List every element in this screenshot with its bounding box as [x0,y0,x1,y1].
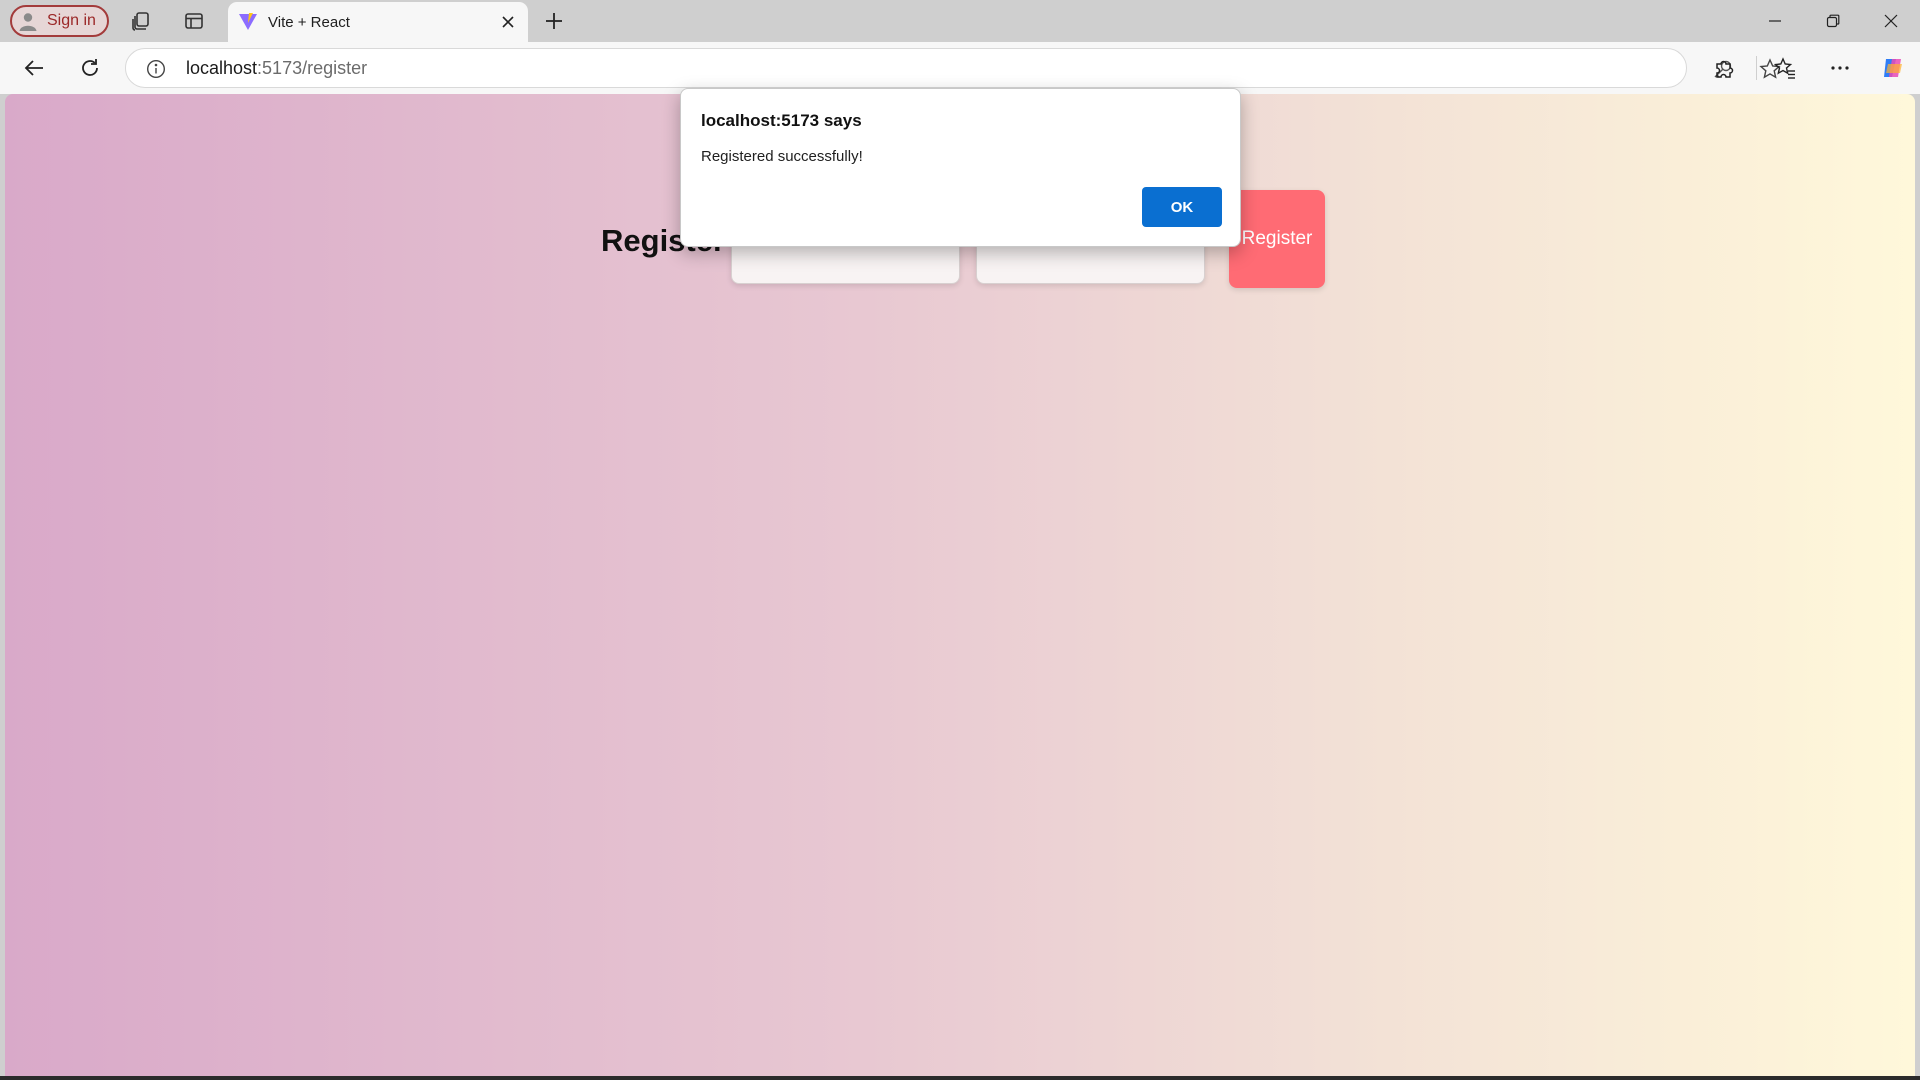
browser-toolbar: localhost:5173/register [0,42,1920,94]
sign-in-button[interactable]: Sign in [10,5,109,37]
back-arrow-icon[interactable] [20,54,48,82]
url-path: :5173/register [257,58,368,78]
vite-logo-icon [238,13,258,31]
plus-icon[interactable] [542,9,566,33]
ok-button[interactable]: OK [1142,187,1222,227]
refresh-icon[interactable] [76,54,104,82]
address-bar[interactable]: localhost:5173/register [125,48,1781,88]
tab-title: Vite + React [268,13,350,31]
url-host: localhost [186,58,258,78]
register-button[interactable]: Register [1229,190,1325,288]
restore-icon[interactable] [1805,0,1861,42]
tab-strip: Sign in Vite + React [0,0,1920,42]
avatar-icon [18,11,38,31]
tab-vite-react[interactable]: Vite + React [228,2,528,42]
minimize-icon[interactable] [1747,0,1803,42]
sign-in-label: Sign in [47,12,96,29]
favorites-icon[interactable] [1771,54,1799,82]
vertical-tabs-icon[interactable] [182,9,206,33]
close-icon[interactable] [498,12,518,32]
alert-title: localhost:5173 says [701,111,862,130]
window-close-icon[interactable] [1863,0,1919,42]
workspaces-icon[interactable] [129,9,153,33]
alert-message: Registered successfully! [701,148,863,165]
url-text[interactable]: localhost:5173/register [186,58,367,79]
window-bottom-border [0,1076,1920,1080]
copilot-icon[interactable] [1879,54,1907,82]
more-icon[interactable] [1826,54,1854,82]
puzzle-icon[interactable] [1710,54,1738,82]
alert-dialog: localhost:5173 says Registered successfu… [680,88,1241,247]
toolbar-divider [1756,56,1757,80]
info-icon[interactable] [146,59,166,79]
